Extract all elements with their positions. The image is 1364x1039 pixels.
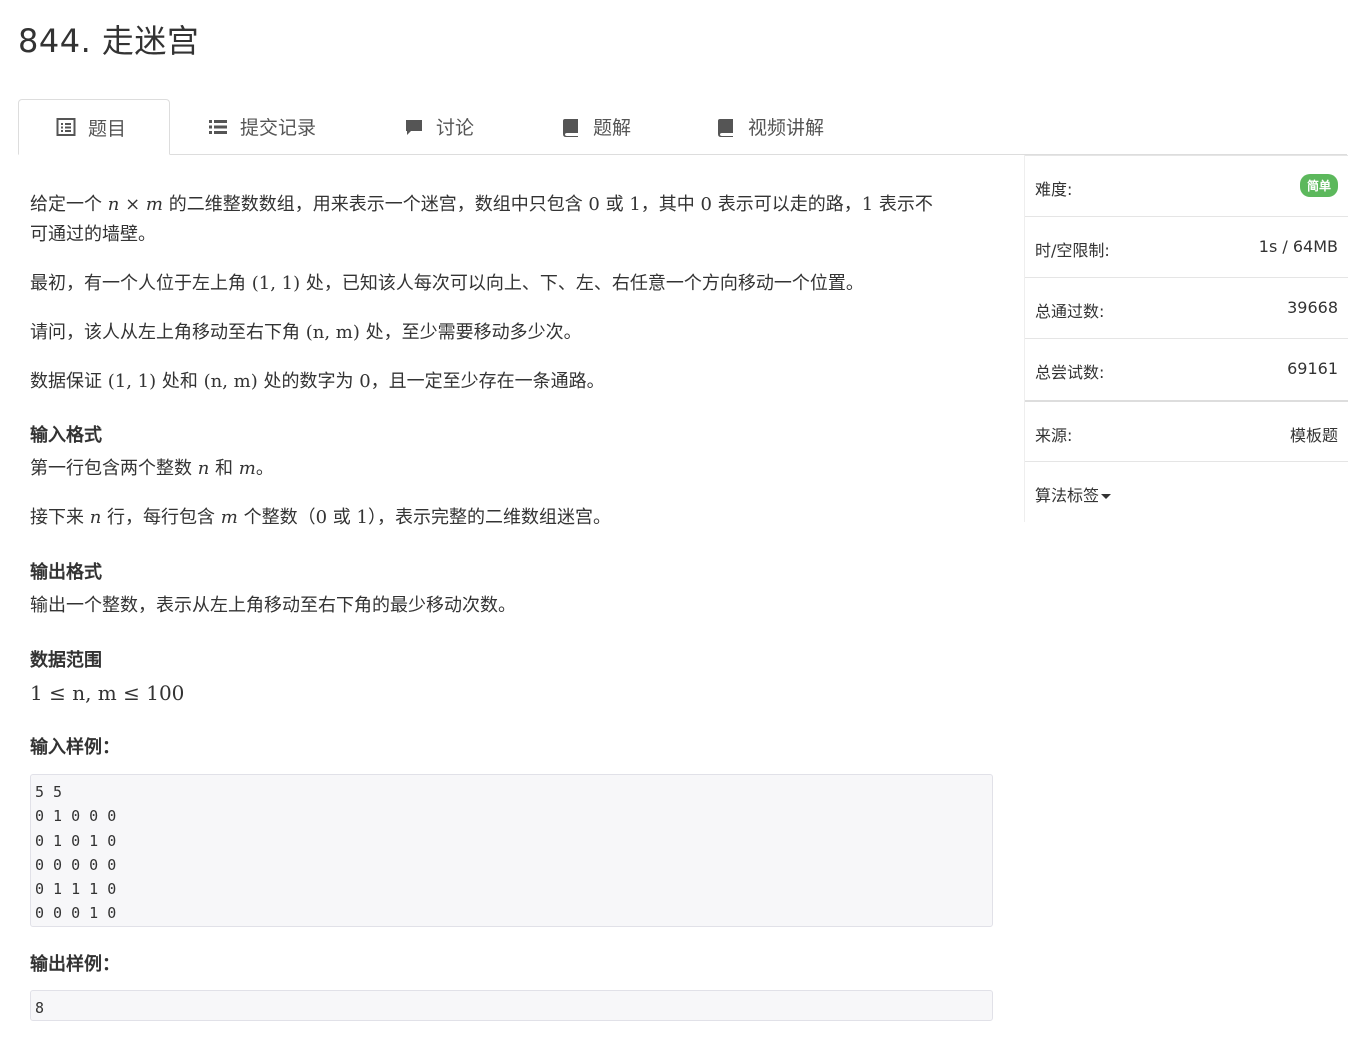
passed-value: 39668 xyxy=(1287,298,1338,317)
math-var: n xyxy=(107,194,120,215)
comment-icon xyxy=(406,119,422,135)
text: 或 xyxy=(599,194,630,215)
tab-solutions[interactable]: 题解 xyxy=(561,99,631,154)
caret-down-icon xyxy=(1101,494,1112,499)
text: 和 xyxy=(209,458,239,479)
output-format-line: 输出一个整数，表示从左上角移动至右下角的最少移动次数。 xyxy=(30,595,516,616)
description-paragraph: 最初，有一个人位于左上角 (1, 1) 处，已知该人每次可以向上、下、左、右任意… xyxy=(30,269,995,299)
math-num: 1 xyxy=(629,194,641,215)
problem-info-sidebar: 难度: 简单 时/空限制: 1s / 64MB 总通过数: 39668 总尝试数… xyxy=(1024,155,1348,522)
math-point: (1, 1) xyxy=(251,273,301,294)
output-format-heading: 输出格式 xyxy=(30,562,102,583)
data-range-heading: 数据范围 xyxy=(30,650,102,671)
math-num: 0 xyxy=(359,371,371,392)
tags-label: 算法标签 xyxy=(1035,486,1100,505)
math-point: (1, 1) xyxy=(107,371,157,392)
attempts-row: 总尝试数: 69161 xyxy=(1025,338,1348,399)
math-var: n xyxy=(197,458,210,479)
math-op: × xyxy=(125,194,141,215)
text: 或 xyxy=(327,507,357,528)
source-value: 模板题 xyxy=(1289,426,1338,445)
passed-label: 总通过数: xyxy=(1035,302,1105,321)
text: 。 xyxy=(255,458,274,479)
book-icon xyxy=(563,118,578,137)
text: 数据保证 xyxy=(30,371,108,392)
math-num: 0 xyxy=(588,194,600,215)
text: 接下来 xyxy=(30,507,90,528)
math-num: 0 xyxy=(315,507,328,528)
passed-row: 总通过数: 39668 xyxy=(1025,277,1348,338)
description-paragraph: 请问，该人从左上角移动至右下角 (n, m) 处，至少需要移动多少次。 xyxy=(30,318,995,348)
tab-problem[interactable]: 题目 xyxy=(18,99,170,155)
limit-value: 1s / 64MB xyxy=(1258,237,1338,256)
difficulty-badge: 简单 xyxy=(1299,174,1338,197)
text: 处的数字为 xyxy=(257,371,360,392)
sample-input-block: 5 5 0 1 0 0 0 0 1 0 1 0 0 0 0 0 0 0 1 1 … xyxy=(30,774,993,927)
math-var: m xyxy=(238,458,256,479)
sample-output-block: 8 xyxy=(30,990,993,1021)
math-num: 1 xyxy=(861,194,874,215)
problem-tabs: 题目 提交记录 讨论 题解 视频讲解 xyxy=(18,99,1347,155)
algorithm-tags-toggle[interactable]: 算法标签 xyxy=(1035,482,1112,506)
text: 最初，有一个人位于左上角 xyxy=(30,273,252,294)
tab-discussion[interactable]: 讨论 xyxy=(404,99,474,154)
math-num: 0 xyxy=(700,194,712,215)
math-var: m xyxy=(145,194,163,215)
description-paragraph: 给定一个 n × m 的二维整数数组，用来表示一个迷宫，数组中只包含 0 或 1… xyxy=(30,190,995,250)
tab-label: 讨论 xyxy=(436,117,475,139)
limit-row: 时/空限制: 1s / 64MB xyxy=(1025,216,1348,277)
math-var: m xyxy=(220,507,238,528)
text: 个整数（ xyxy=(237,507,316,528)
sample-output-heading: 输出样例： xyxy=(30,954,120,975)
list-alt-icon xyxy=(56,118,76,136)
input-format-line: 第一行包含两个整数 n 和 m。 xyxy=(30,454,995,484)
difficulty-row: 难度: 简单 xyxy=(1025,155,1348,216)
page-title: 844. 走迷宫 xyxy=(18,22,200,60)
tab-label: 提交记录 xyxy=(240,117,317,139)
limit-label: 时/空限制: xyxy=(1035,241,1110,260)
math-var: n xyxy=(89,507,102,528)
tab-video[interactable]: 视频讲解 xyxy=(716,99,824,154)
input-format-heading: 输入格式 xyxy=(30,425,102,446)
text: 处和 xyxy=(156,371,204,392)
tab-label: 题目 xyxy=(88,117,127,140)
math-point: (n, m) xyxy=(203,371,258,392)
source-row: 来源: 模板题 xyxy=(1025,400,1348,462)
description-paragraph: 数据保证 (1, 1) 处和 (n, m) 处的数字为 0，且一定至少存在一条通… xyxy=(30,367,995,397)
list-icon xyxy=(209,119,227,134)
tags-row[interactable]: 算法标签 xyxy=(1025,461,1348,522)
attempts-value: 69161 xyxy=(1287,359,1338,378)
tab-label: 题解 xyxy=(593,117,632,139)
text: 的二维整数数组，用来表示一个迷宫，数组中只包含 xyxy=(162,194,589,215)
text: 给定一个 xyxy=(30,194,108,215)
tab-submissions[interactable]: 提交记录 xyxy=(208,99,316,154)
sample-input-heading: 输入样例： xyxy=(30,737,120,758)
difficulty-label: 难度: xyxy=(1035,180,1073,199)
tab-label: 视频讲解 xyxy=(748,117,825,139)
text: 处，至少需要移动多少次。 xyxy=(359,322,582,343)
book-icon xyxy=(718,118,733,137)
input-format-line: 接下来 n 行，每行包含 m 个整数（0 或 1），表示完整的二维数组迷宫。 xyxy=(30,503,995,533)
math-range: 1 ≤ n, m ≤ 100 xyxy=(30,681,185,705)
text: 可通过的墙壁。 xyxy=(30,224,156,245)
data-range-formula: 1 ≤ n, m ≤ 100 xyxy=(30,678,995,708)
text: ），表示完整的二维数组迷宫。 xyxy=(367,507,611,528)
text: 表示可以走的路， xyxy=(711,194,862,215)
text: ，其中 xyxy=(640,194,701,215)
text: 请问，该人从左上角移动至右下角 xyxy=(30,322,306,343)
source-label: 来源: xyxy=(1035,426,1073,445)
text: 第一行包含两个整数 xyxy=(30,458,198,479)
text: ，且一定至少存在一条通路。 xyxy=(370,371,605,392)
math-num: 1 xyxy=(356,507,368,528)
text: 行，每行包含 xyxy=(101,507,221,528)
text: 表示不 xyxy=(873,194,933,215)
math-point: (n, m) xyxy=(305,322,360,343)
text: 处，已知该人每次可以向上、下、左、右任意一个方向移动一个位置。 xyxy=(300,273,864,294)
attempts-label: 总尝试数: xyxy=(1035,363,1105,382)
